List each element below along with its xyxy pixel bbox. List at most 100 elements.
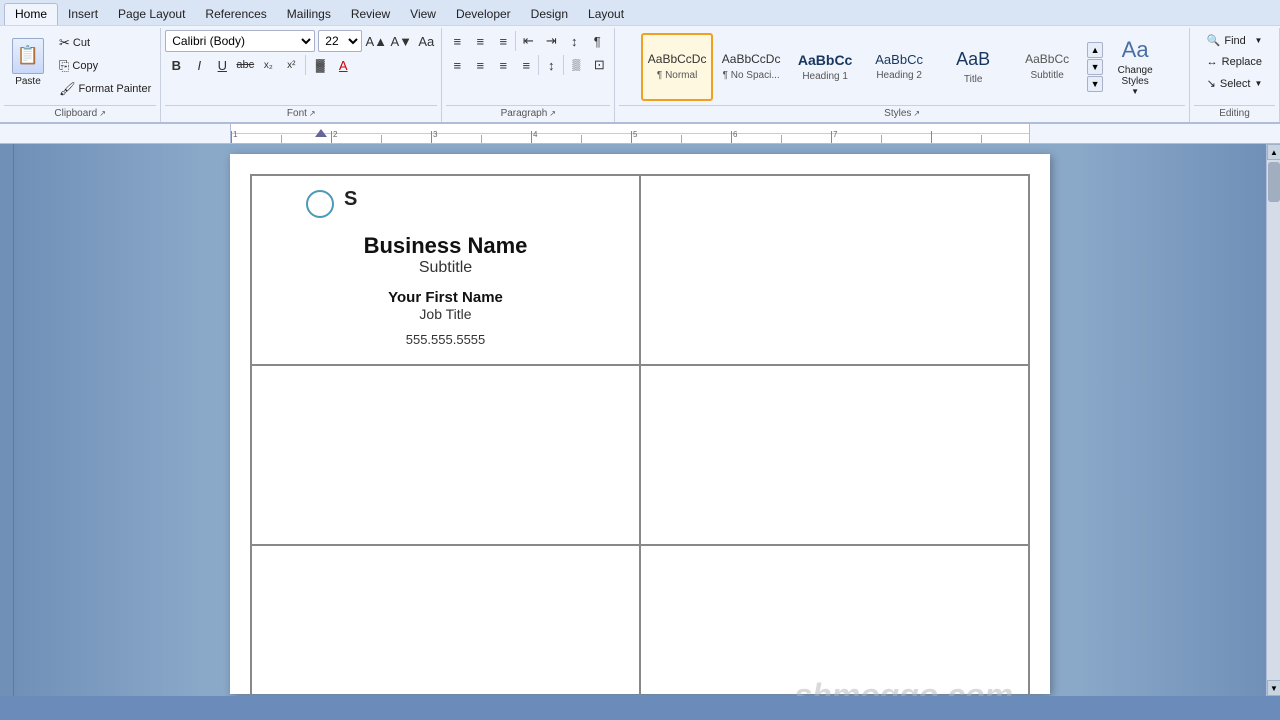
tab-layout[interactable]: Layout bbox=[578, 3, 634, 25]
justify-button[interactable]: ≡ bbox=[515, 54, 537, 76]
line-spacing-button[interactable]: ↕ bbox=[540, 54, 562, 76]
font-separator bbox=[305, 55, 306, 75]
styles-content: AaBbCcDc ¶ Normal AaBbCcDc ¶ No Spaci...… bbox=[641, 30, 1163, 103]
select-icon: ↘ bbox=[1207, 77, 1216, 90]
right-scrollbar[interactable]: ▲ ▼ bbox=[1266, 144, 1280, 696]
card-cell-4[interactable] bbox=[640, 365, 1029, 545]
decrease-font-button[interactable]: A▼ bbox=[390, 30, 412, 52]
superscript-button[interactable]: x² bbox=[280, 54, 302, 76]
change-styles-button[interactable]: Aa ChangeStyles ▼ bbox=[1107, 33, 1163, 101]
find-button[interactable]: 🔍 Find ▼ bbox=[1200, 30, 1270, 51]
tab-mailings[interactable]: Mailings bbox=[277, 3, 341, 25]
font-content: Calibri (Body) 22 A▲ A▼ Aa B I U abc x₂ … bbox=[165, 30, 437, 103]
increase-font-button[interactable]: A▲ bbox=[365, 30, 387, 52]
decrease-indent-button[interactable]: ⇤ bbox=[517, 30, 539, 52]
multilevel-button[interactable]: ≡ bbox=[492, 30, 514, 52]
tab-insert[interactable]: Insert bbox=[58, 3, 108, 25]
select-button[interactable]: ↘ Select ▼ bbox=[1200, 73, 1270, 94]
replace-button[interactable]: ↔ Replace bbox=[1200, 52, 1270, 72]
scroll-area: S Business Name Subtitle Your First Name… bbox=[14, 144, 1266, 696]
style-no-spacing[interactable]: AaBbCcDc ¶ No Spaci... bbox=[715, 33, 787, 101]
card-your-name: Your First Name bbox=[262, 289, 629, 306]
tab-home[interactable]: Home bbox=[4, 3, 58, 25]
cut-button[interactable]: ✂ Cut bbox=[54, 32, 156, 54]
expand-font-icon[interactable]: ↗ bbox=[309, 109, 316, 118]
tab-page-layout[interactable]: Page Layout bbox=[108, 3, 195, 25]
card-cell-6[interactable]: shmoggo.com bbox=[640, 545, 1029, 696]
expand-clipboard-icon[interactable]: ↗ bbox=[99, 109, 106, 118]
italic-button[interactable]: I bbox=[188, 54, 210, 76]
paste-button[interactable]: 📋 Paste bbox=[4, 30, 52, 94]
svg-text:6: 6 bbox=[733, 130, 738, 139]
style-normal-label: ¶ Normal bbox=[657, 70, 697, 81]
shading-button[interactable]: ▒ bbox=[565, 54, 587, 76]
text-highlight-button[interactable]: ▓ bbox=[309, 54, 331, 76]
style-heading1-preview: AaBbCc bbox=[798, 51, 852, 69]
style-subtitle-preview: AaBbCc bbox=[1025, 52, 1069, 68]
card-cell-2[interactable] bbox=[640, 175, 1029, 365]
clipboard-label: Clipboard ↗ bbox=[4, 105, 156, 120]
font-name-select[interactable]: Calibri (Body) bbox=[165, 30, 315, 52]
card-cell-3[interactable] bbox=[251, 365, 640, 545]
scroll-up-arrow[interactable]: ▲ bbox=[1267, 144, 1280, 160]
style-no-spacing-label: ¶ No Spaci... bbox=[723, 70, 780, 81]
change-case-button[interactable]: Aa bbox=[415, 30, 437, 52]
styles-group: AaBbCcDc ¶ Normal AaBbCcDc ¶ No Spaci...… bbox=[615, 28, 1190, 122]
card-grid: S Business Name Subtitle Your First Name… bbox=[250, 174, 1030, 696]
increase-indent-button[interactable]: ⇥ bbox=[540, 30, 562, 52]
align-right-button[interactable]: ≡ bbox=[492, 54, 514, 76]
style-title[interactable]: AaB Title bbox=[937, 33, 1009, 101]
numbering-button[interactable]: ≡ bbox=[469, 30, 491, 52]
card-cell-1[interactable]: S Business Name Subtitle Your First Name… bbox=[251, 175, 640, 365]
style-heading1[interactable]: AaBbCc Heading 1 bbox=[789, 33, 861, 101]
format-painter-button[interactable]: 🖌 Format Painter bbox=[54, 78, 156, 100]
change-styles-icon: Aa bbox=[1122, 37, 1149, 63]
replace-icon: ↔ bbox=[1207, 56, 1218, 68]
styles-scroll-up[interactable]: ▲ bbox=[1087, 42, 1103, 58]
sort-button[interactable]: ↕ bbox=[563, 30, 585, 52]
expand-styles-icon[interactable]: ↗ bbox=[913, 109, 920, 118]
editing-group: 🔍 Find ▼ ↔ Replace ↘ Select ▼ Editing bbox=[1190, 28, 1280, 122]
paragraph-group: ≡ ≡ ≡ ⇤ ⇥ ↕ ¶ ≡ ≡ ≡ ≡ ↕ ▒ ⊡ Para bbox=[442, 28, 615, 122]
svg-text:1: 1 bbox=[233, 130, 238, 139]
ruler-inner: 1 2 3 4 5 6 7 bbox=[230, 124, 1030, 143]
style-normal[interactable]: AaBbCcDc ¶ Normal bbox=[641, 33, 713, 101]
expand-paragraph-icon[interactable]: ↗ bbox=[549, 109, 556, 118]
scrollbar-track[interactable] bbox=[1267, 204, 1280, 680]
tab-references[interactable]: References bbox=[195, 3, 276, 25]
clipboard-content: 📋 Paste ✂ Cut ⎘ Copy 🖌 Format Painter bbox=[4, 30, 156, 103]
svg-text:2: 2 bbox=[333, 130, 338, 139]
tab-view[interactable]: View bbox=[400, 3, 446, 25]
ribbon-tabs: Home Insert Page Layout References Maili… bbox=[0, 0, 1280, 26]
copy-button[interactable]: ⎘ Copy bbox=[54, 55, 156, 77]
card-job-title: Job Title bbox=[262, 306, 629, 322]
borders-button[interactable]: ⊡ bbox=[588, 54, 610, 76]
paragraph-content: ≡ ≡ ≡ ⇤ ⇥ ↕ ¶ ≡ ≡ ≡ ≡ ↕ ▒ ⊡ bbox=[446, 30, 610, 103]
editing-label: Editing bbox=[1194, 105, 1275, 120]
font-row-1: Calibri (Body) 22 A▲ A▼ Aa bbox=[165, 30, 437, 52]
style-heading2[interactable]: AaBbCc Heading 2 bbox=[863, 33, 935, 101]
style-subtitle[interactable]: AaBbCc Subtitle bbox=[1011, 33, 1083, 101]
scroll-down-arrow[interactable]: ▼ bbox=[1267, 680, 1280, 696]
font-size-select[interactable]: 22 bbox=[318, 30, 362, 52]
tab-developer[interactable]: Developer bbox=[446, 3, 521, 25]
find-icon: 🔍 bbox=[1207, 34, 1221, 47]
center-button[interactable]: ≡ bbox=[469, 54, 491, 76]
select-arrow: ▼ bbox=[1254, 79, 1262, 88]
strikethrough-button[interactable]: abc bbox=[234, 54, 256, 76]
card-cell-5[interactable] bbox=[251, 545, 640, 696]
align-left-button[interactable]: ≡ bbox=[446, 54, 468, 76]
underline-button[interactable]: U bbox=[211, 54, 233, 76]
styles-scroll-more[interactable]: ▼ bbox=[1087, 76, 1103, 92]
card-content: Business Name Subtitle Your First Name J… bbox=[262, 233, 629, 347]
bullets-button[interactable]: ≡ bbox=[446, 30, 468, 52]
tab-design[interactable]: Design bbox=[521, 3, 578, 25]
styles-scroll-down[interactable]: ▼ bbox=[1087, 59, 1103, 75]
font-color-button[interactable]: A bbox=[332, 54, 354, 76]
tab-review[interactable]: Review bbox=[341, 3, 400, 25]
bold-button[interactable]: B bbox=[165, 54, 187, 76]
scrollbar-thumb[interactable] bbox=[1268, 162, 1280, 202]
show-hide-button[interactable]: ¶ bbox=[586, 30, 608, 52]
subscript-button[interactable]: x₂ bbox=[257, 54, 279, 76]
page[interactable]: S Business Name Subtitle Your First Name… bbox=[230, 154, 1050, 694]
